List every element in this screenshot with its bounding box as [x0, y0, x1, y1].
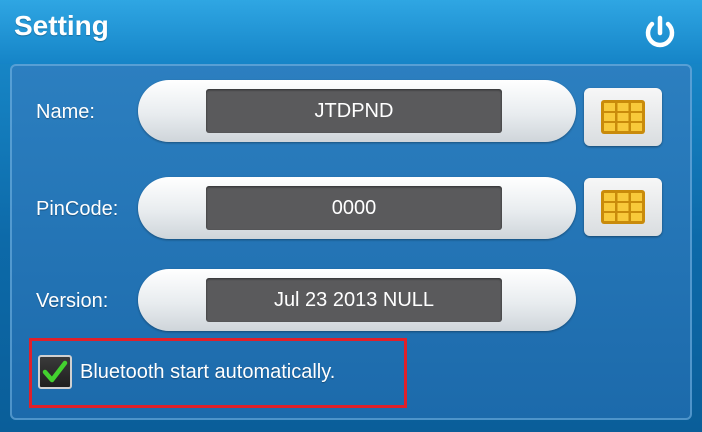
version-value: Jul 23 2013 NULL [206, 278, 502, 322]
bluetooth-auto-label[interactable]: Bluetooth start automatically. [80, 361, 335, 384]
name-field[interactable]: JTDPND [206, 89, 502, 133]
pincode-keypad-button[interactable] [584, 178, 662, 236]
version-label: Version: [36, 290, 109, 312]
power-button[interactable] [634, 8, 686, 58]
keypad-icon [601, 100, 645, 134]
settings-screen: Setting Name: JTDPND PinCode: 0000 Versi… [0, 0, 702, 432]
pincode-field[interactable]: 0000 [206, 186, 502, 230]
checkmark-icon [42, 360, 68, 383]
page-title: Setting [14, 10, 109, 41]
title-bar: Setting [0, 0, 702, 64]
name-keypad-button[interactable] [584, 88, 662, 146]
keypad-icon [601, 190, 645, 224]
name-label: Name: [36, 101, 95, 123]
bluetooth-auto-checkbox[interactable] [38, 355, 72, 389]
power-icon [645, 15, 675, 48]
pincode-label: PinCode: [36, 198, 119, 220]
